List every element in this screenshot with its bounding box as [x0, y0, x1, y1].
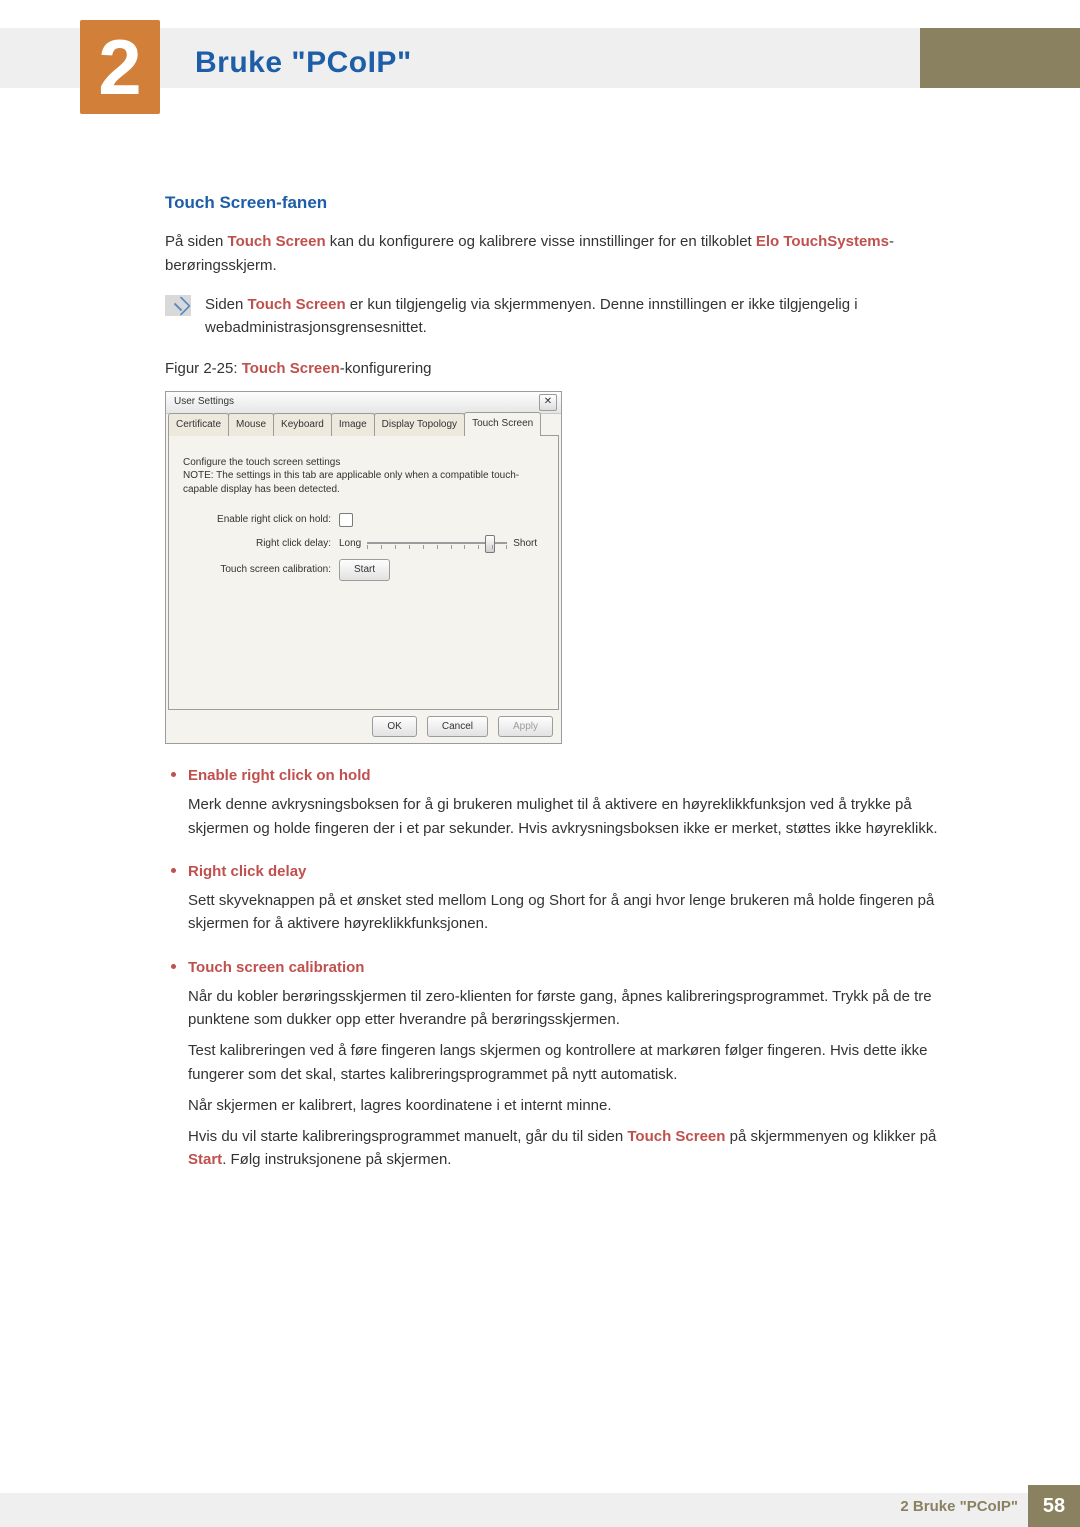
list-item: Enable right click on hold Merk denne av…	[165, 764, 975, 848]
note-icon	[165, 295, 191, 316]
header-accent	[920, 28, 1080, 88]
list-item: Right click delay Sett skyveknappen på e…	[165, 860, 975, 944]
intro-paragraph: På siden Touch Screen kan du konfigurere…	[165, 230, 975, 277]
note-text: Siden Touch Screen er kun tilgjengelig v…	[205, 293, 975, 340]
chapter-badge: 2	[80, 20, 160, 114]
bullet-text: Når skjermen er kalibrert, lagres koordi…	[188, 1094, 975, 1117]
bullet-text: Merk denne avkrysningsboksen for å gi br…	[188, 793, 975, 840]
apply-button[interactable]: Apply	[498, 716, 553, 738]
tab-image[interactable]: Image	[331, 413, 375, 436]
user-settings-dialog: User Settings ✕ Certificate Mouse Keyboa…	[165, 391, 562, 745]
bullet-icon	[171, 964, 176, 969]
dialog-title: User Settings	[174, 394, 234, 410]
bullet-text: Hvis du vil starte kalibreringsprogramme…	[188, 1125, 975, 1172]
tab-panel: Configure the touch screen settings NOTE…	[168, 435, 559, 710]
page-number: 58	[1028, 1485, 1080, 1527]
bullet-icon	[171, 772, 176, 777]
bullet-list: Enable right click on hold Merk denne av…	[165, 764, 975, 1180]
footer-chapter-label: 2 Bruke "PCoIP"	[900, 1495, 1018, 1518]
right-click-delay-label: Right click delay:	[183, 536, 339, 552]
bullet-text: Test kalibreringen ved å føre fingeren l…	[188, 1039, 975, 1086]
ok-button[interactable]: OK	[372, 716, 416, 738]
list-item: Touch screen calibration Når du kobler b…	[165, 956, 975, 1180]
calibration-label: Touch screen calibration:	[183, 562, 339, 578]
info-note: Siden Touch Screen er kun tilgjengelig v…	[165, 293, 975, 340]
page-footer: 2 Bruke "PCoIP" 58	[0, 1493, 1080, 1527]
tab-touch-screen[interactable]: Touch Screen	[464, 412, 541, 436]
tab-keyboard[interactable]: Keyboard	[273, 413, 332, 436]
tab-mouse[interactable]: Mouse	[228, 413, 274, 436]
tab-display-topology[interactable]: Display Topology	[374, 413, 465, 436]
main-content: Touch Screen-fanen På siden Touch Screen…	[165, 190, 975, 1182]
slider-thumb[interactable]	[485, 535, 495, 553]
bullet-text: Sett skyveknappen på et ønsket sted mell…	[188, 889, 975, 936]
chapter-title: Bruke "PCoIP"	[195, 40, 412, 87]
panel-heading: Configure the touch screen settings	[183, 456, 544, 470]
bullet-heading: Right click delay	[188, 860, 975, 883]
close-icon: ✕	[544, 397, 552, 407]
figure-caption: Figur 2-25: Touch Screen-konfigurering	[165, 357, 975, 380]
cancel-button[interactable]: Cancel	[427, 716, 488, 738]
bullet-heading: Enable right click on hold	[188, 764, 975, 787]
bullet-text: Når du kobler berøringsskjermen til zero…	[188, 985, 975, 1032]
right-click-delay-slider[interactable]	[367, 542, 507, 544]
slider-max-label: Short	[513, 536, 537, 552]
header-band	[0, 28, 1080, 88]
chapter-number: 2	[98, 7, 141, 128]
tab-strip: Certificate Mouse Keyboard Image Display…	[168, 416, 559, 436]
section-heading: Touch Screen-fanen	[165, 190, 975, 216]
bullet-icon	[171, 868, 176, 873]
panel-note: NOTE: The settings in this tab are appli…	[183, 469, 544, 496]
close-button[interactable]: ✕	[539, 394, 557, 411]
enable-right-click-label: Enable right click on hold:	[183, 512, 339, 528]
bullet-heading: Touch screen calibration	[188, 956, 975, 979]
enable-right-click-checkbox[interactable]	[339, 513, 353, 527]
slider-min-label: Long	[339, 536, 361, 552]
calibration-start-button[interactable]: Start	[339, 559, 390, 581]
dialog-titlebar[interactable]: User Settings ✕	[166, 392, 561, 414]
tab-certificate[interactable]: Certificate	[168, 413, 229, 436]
